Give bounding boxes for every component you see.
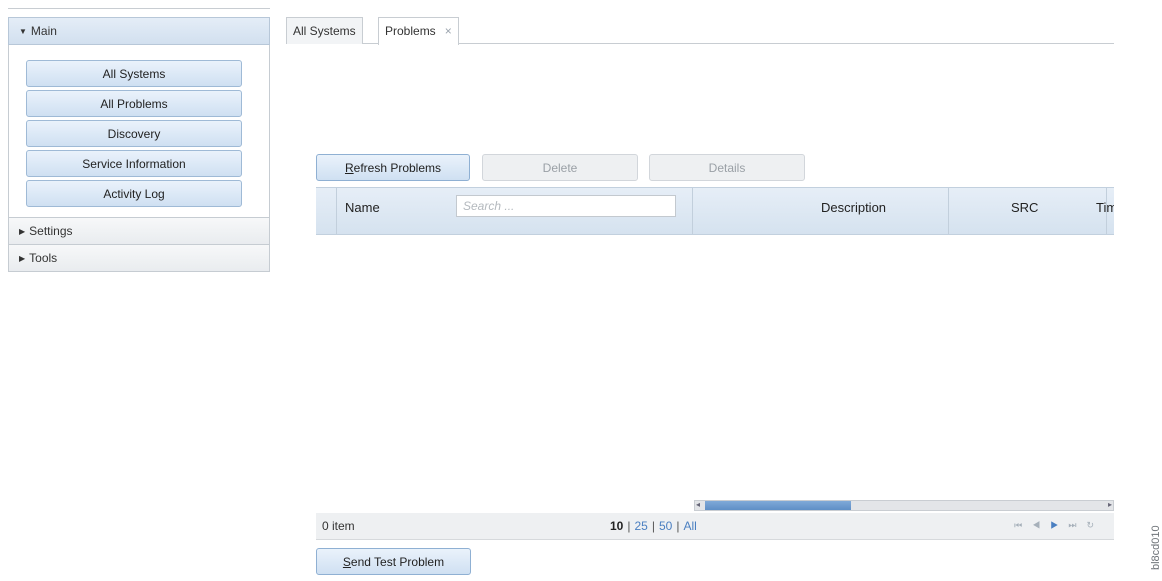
nav-service-information-button[interactable]: Service Information bbox=[26, 150, 242, 177]
nav-discovery-button[interactable]: Discovery bbox=[26, 120, 242, 147]
tab-all-systems[interactable]: All Systems bbox=[286, 17, 363, 44]
prev-page-icon[interactable]: ◀ bbox=[1032, 520, 1050, 530]
last-page-icon[interactable]: ⏭ bbox=[1068, 520, 1086, 530]
section-settings-label: Settings bbox=[29, 224, 73, 238]
column-divider bbox=[948, 188, 949, 234]
page-size-selector: 10 | 25 | 50 | All bbox=[610, 519, 697, 533]
triangle-down-icon: ▼ bbox=[19, 27, 27, 36]
refresh-problems-label: Refresh Problems bbox=[344, 161, 442, 175]
nav-divider bbox=[8, 8, 270, 9]
section-main-label: Main bbox=[30, 24, 57, 38]
delete-label: Delete bbox=[542, 161, 578, 175]
figure-id: bl8cd010 bbox=[1150, 525, 1162, 570]
page-size-10[interactable]: 10 bbox=[610, 519, 623, 533]
triangle-right-icon: ▶ bbox=[19, 227, 26, 236]
send-test-problem-button[interactable]: Send Test Problem bbox=[316, 548, 471, 575]
scroll-left-icon[interactable]: ◂ bbox=[696, 500, 700, 509]
column-src-header[interactable]: SRC bbox=[1011, 200, 1038, 215]
first-page-icon[interactable]: ⏮ bbox=[1014, 520, 1032, 530]
column-divider bbox=[692, 188, 693, 234]
details-label: Details bbox=[708, 161, 746, 175]
send-test-problem-label: Send Test Problem bbox=[342, 555, 445, 569]
tab-problems-label: Problems bbox=[385, 24, 436, 38]
table-footer: 0 item 10 | 25 | 50 | All ⏮◀▶⏭↻ bbox=[316, 513, 1114, 540]
details-button[interactable]: Details bbox=[649, 154, 805, 181]
delete-button[interactable]: Delete bbox=[482, 154, 638, 181]
refresh-problems-button[interactable]: Refresh Problems bbox=[316, 154, 470, 181]
table-header: Name Description SRC Tim bbox=[316, 187, 1114, 235]
problems-table: Name Description SRC Tim ◂ ▸ bbox=[316, 187, 1114, 511]
scroll-right-icon[interactable]: ▸ bbox=[1108, 500, 1112, 509]
section-tools-header[interactable]: ▶ Tools bbox=[8, 245, 270, 272]
triangle-right-icon: ▶ bbox=[19, 254, 26, 263]
next-page-icon[interactable]: ▶ bbox=[1050, 520, 1068, 530]
column-divider bbox=[336, 188, 337, 234]
page-size-all[interactable]: All bbox=[683, 519, 696, 533]
column-name-header[interactable]: Name bbox=[345, 200, 380, 215]
page-size-50[interactable]: 50 bbox=[659, 519, 672, 533]
nav-all-problems-button[interactable]: All Problems bbox=[26, 90, 242, 117]
refresh-icon[interactable]: ↻ bbox=[1086, 520, 1104, 530]
column-time-header[interactable]: Tim bbox=[1096, 200, 1114, 215]
item-count: 0 item bbox=[322, 519, 355, 533]
close-icon[interactable]: × bbox=[445, 24, 452, 38]
navigation-panel: ▼ Main All Systems All Problems Discovery… bbox=[8, 8, 270, 272]
tab-all-systems-label: All Systems bbox=[293, 24, 356, 38]
section-main-header[interactable]: ▼ Main bbox=[8, 17, 270, 45]
tab-bar: All Systems Problems × bbox=[286, 13, 1114, 45]
horizontal-scrollbar[interactable]: ◂ ▸ bbox=[694, 500, 1114, 511]
column-description-header[interactable]: Description bbox=[821, 200, 886, 215]
pagination-controls: ⏮◀▶⏭↻ bbox=[1014, 520, 1104, 531]
search-input[interactable] bbox=[456, 195, 676, 217]
scrollbar-thumb[interactable] bbox=[705, 501, 851, 510]
tab-problems[interactable]: Problems × bbox=[378, 17, 459, 45]
page-size-25[interactable]: 25 bbox=[634, 519, 647, 533]
nav-all-systems-button[interactable]: All Systems bbox=[26, 60, 242, 87]
section-settings-header[interactable]: ▶ Settings bbox=[8, 218, 270, 245]
section-tools-label: Tools bbox=[29, 251, 58, 265]
section-main-body: All Systems All Problems Discovery Servi… bbox=[8, 45, 270, 218]
nav-activity-log-button[interactable]: Activity Log bbox=[26, 180, 242, 207]
